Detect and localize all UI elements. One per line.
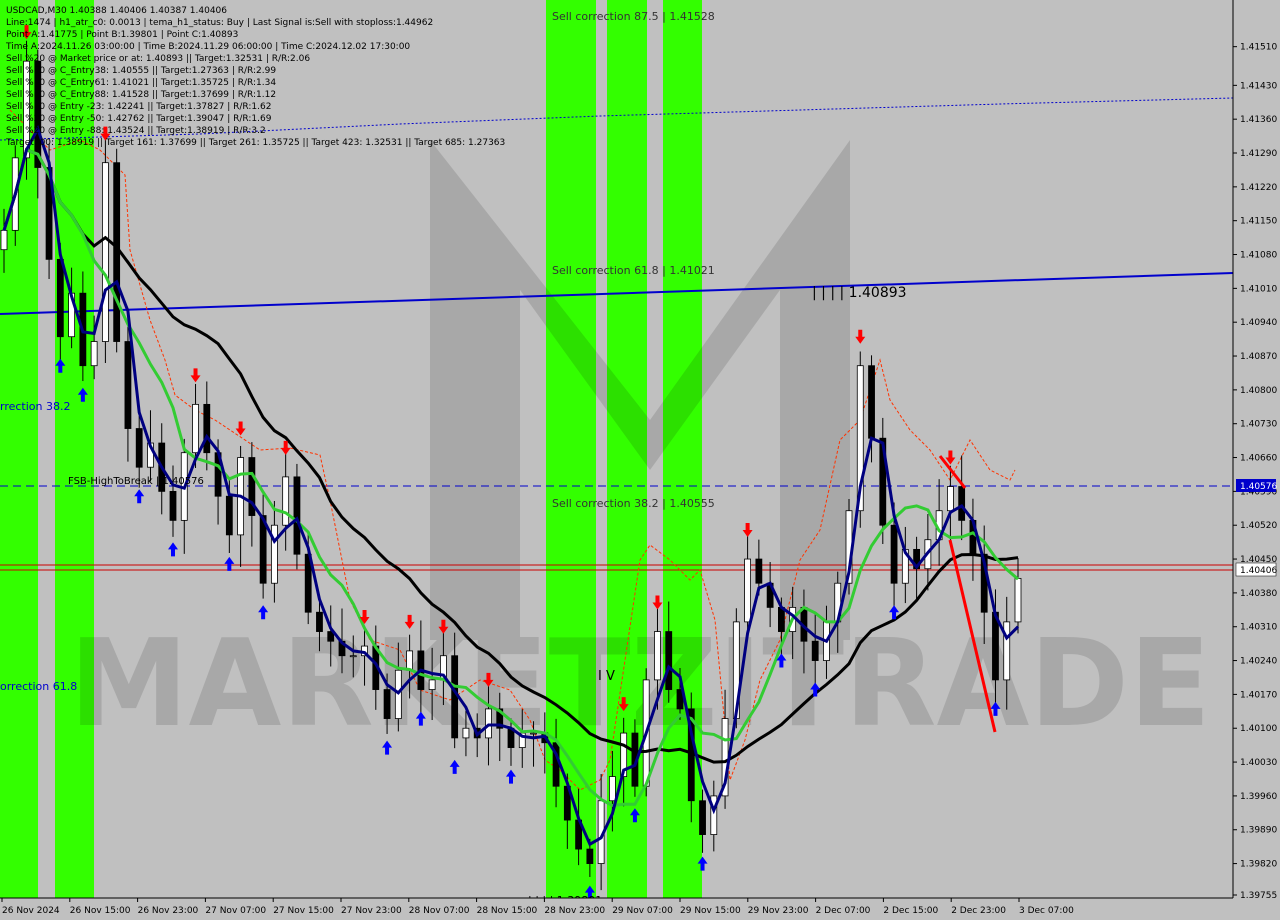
x-tick-label: 2 Dec 23:00 xyxy=(951,906,1006,916)
candle-body xyxy=(316,611,323,632)
candle-body xyxy=(778,606,785,632)
y-tick-label: 1.41150 xyxy=(1240,217,1277,227)
x-tick-label: 28 Nov 07:00 xyxy=(409,906,470,916)
x-tick-label: 29 Nov 15:00 xyxy=(680,906,741,916)
candle-body xyxy=(293,476,301,555)
candle-body xyxy=(169,490,177,521)
y-tick-label: 1.40240 xyxy=(1240,657,1277,667)
y-tick-label: 1.41220 xyxy=(1240,183,1277,193)
y-tick-label: 1.40030 xyxy=(1240,758,1277,768)
info-line: Sell %10 @ C_Entry88: 1.41528 || Target:… xyxy=(6,90,276,100)
candle-body xyxy=(947,486,954,512)
candle-body xyxy=(654,631,661,681)
y-tick-label: 1.40800 xyxy=(1240,386,1277,396)
info-line: Sell %20 @ Entry -88: 1.43524 || Target:… xyxy=(6,126,266,136)
info-line: Time A:2024.11.26 03:00:00 | Time B:2024… xyxy=(5,42,410,52)
y-tick-label: 1.40520 xyxy=(1240,521,1277,531)
candle-body xyxy=(958,486,966,521)
y-tick-label: 1.41080 xyxy=(1240,251,1277,261)
candle-body xyxy=(665,631,673,690)
sell-correction-382-label: Sell correction 38.2 | 1.40555 xyxy=(552,497,715,510)
x-tick-label: 27 Nov 15:00 xyxy=(273,906,334,916)
x-tick-label: 26 Nov 15:00 xyxy=(70,906,131,916)
candle-body xyxy=(1014,577,1022,623)
y-tick-label: 1.41010 xyxy=(1240,284,1277,294)
candle-body xyxy=(744,558,751,623)
info-line: Sell %20 @ Market price or at: 1.40893 |… xyxy=(6,54,310,64)
candle-body xyxy=(451,655,459,739)
candle-body xyxy=(609,776,616,802)
y-tick-label: 1.41290 xyxy=(1240,149,1277,159)
candle-body xyxy=(349,655,357,658)
candle-body xyxy=(282,476,290,526)
candle-body xyxy=(203,403,211,454)
y-tick-label: 1.40730 xyxy=(1240,420,1277,430)
x-tick-label: 28 Nov 23:00 xyxy=(544,906,605,916)
candle-body xyxy=(530,732,537,735)
x-tick-label: 29 Nov 23:00 xyxy=(748,906,809,916)
correction-618-left-label: orrection 61.8 xyxy=(0,680,77,693)
y-tick-label: 1.39960 xyxy=(1240,792,1277,802)
candle-body xyxy=(0,229,8,251)
x-tick-label: 2 Dec 15:00 xyxy=(883,906,938,916)
candle-body xyxy=(755,558,763,584)
candle-body xyxy=(890,524,898,584)
y-tick-label: 1.40660 xyxy=(1240,454,1277,464)
x-tick-label: 26 Nov 2024 xyxy=(2,906,60,916)
watermark-text: MARKETZITRADE xyxy=(69,615,1211,754)
info-line: Sell %10 @ Entry -23: 1.42241 || Target:… xyxy=(6,102,271,112)
wave-iv-label: I V xyxy=(598,669,615,684)
y-tick-label: 1.40100 xyxy=(1240,724,1277,734)
y-tick-label: 1.40170 xyxy=(1240,690,1277,700)
x-tick-label: 28 Nov 15:00 xyxy=(477,906,538,916)
candle-body xyxy=(383,689,391,719)
info-line: Target100: 1.38919 || Target 161: 1.3769… xyxy=(5,138,505,148)
y-tick-label: 1.40310 xyxy=(1240,623,1277,633)
candle-body xyxy=(56,258,64,338)
candle-body xyxy=(192,403,199,454)
candle-body xyxy=(102,162,109,342)
y-tick-label: 1.40870 xyxy=(1240,352,1277,362)
x-tick-label: 27 Nov 23:00 xyxy=(341,906,402,916)
correction-382-left-label: rrection 38.2 xyxy=(0,400,71,413)
x-tick-label: 29 Nov 07:00 xyxy=(612,906,673,916)
current-price-tag-text: 1.40406 xyxy=(1240,566,1277,576)
sell-correction-618-label: Sell correction 61.8 | 1.41021 xyxy=(552,264,715,277)
y-tick-label: 1.40940 xyxy=(1240,318,1277,328)
candle-body xyxy=(586,848,594,864)
y-tick-label: 1.39820 xyxy=(1240,860,1277,870)
info-line: Sell %10 @ C_Entry61: 1.41021 || Target:… xyxy=(6,78,276,88)
info-line: Sell %10 @ C_Entry38: 1.40555 || Target:… xyxy=(6,66,276,76)
candle-body xyxy=(868,365,875,439)
candle-body xyxy=(124,341,132,429)
candle-body xyxy=(462,727,470,739)
x-tick-label: 27 Nov 07:00 xyxy=(205,906,266,916)
candle-body xyxy=(225,495,233,536)
candle-body xyxy=(90,341,98,367)
candle-body xyxy=(811,640,819,661)
price-chart: MARKETZITRADE Sell correction 87.5 | 1.4… xyxy=(0,0,1280,920)
info-line: Point A:1.41775 | Point B:1.39801 | Poin… xyxy=(6,30,238,40)
sell-correction-875-label: Sell correction 87.5 | 1.41528 xyxy=(552,10,715,23)
info-line: USDCAD,M30 1.40388 1.40406 1.40387 1.404… xyxy=(6,6,227,16)
y-tick-label: 1.41430 xyxy=(1240,81,1277,91)
x-tick-label: 3 Dec 07:00 xyxy=(1019,906,1074,916)
candle-body xyxy=(135,428,143,468)
candle-body xyxy=(699,800,706,835)
fsb-price-tag-text: 1.40576 xyxy=(1240,482,1277,492)
zone-band xyxy=(663,0,702,898)
info-line: Sell %20 @ Entry -50: 1.42762 || Target:… xyxy=(6,114,272,124)
info-line: Line:1474 | h1_atr_c0: 0.0013 | tema_h1_… xyxy=(6,18,433,28)
candle-body xyxy=(406,650,414,671)
x-tick-label: 26 Nov 23:00 xyxy=(138,906,199,916)
candle-body xyxy=(485,708,492,739)
point-c-label: | | | | 1.40893 xyxy=(812,285,907,301)
candle-body xyxy=(428,679,436,690)
y-tick-label: 1.41510 xyxy=(1240,43,1277,53)
y-tick-label: 1.39890 xyxy=(1240,826,1277,836)
y-tick-label: 1.41360 xyxy=(1240,115,1277,125)
y-tick-label: 1.40380 xyxy=(1240,589,1277,599)
fsb-label: FSB-HighToBreak | 1.40576 xyxy=(68,476,204,487)
x-tick-label: 2 Dec 07:00 xyxy=(816,906,871,916)
